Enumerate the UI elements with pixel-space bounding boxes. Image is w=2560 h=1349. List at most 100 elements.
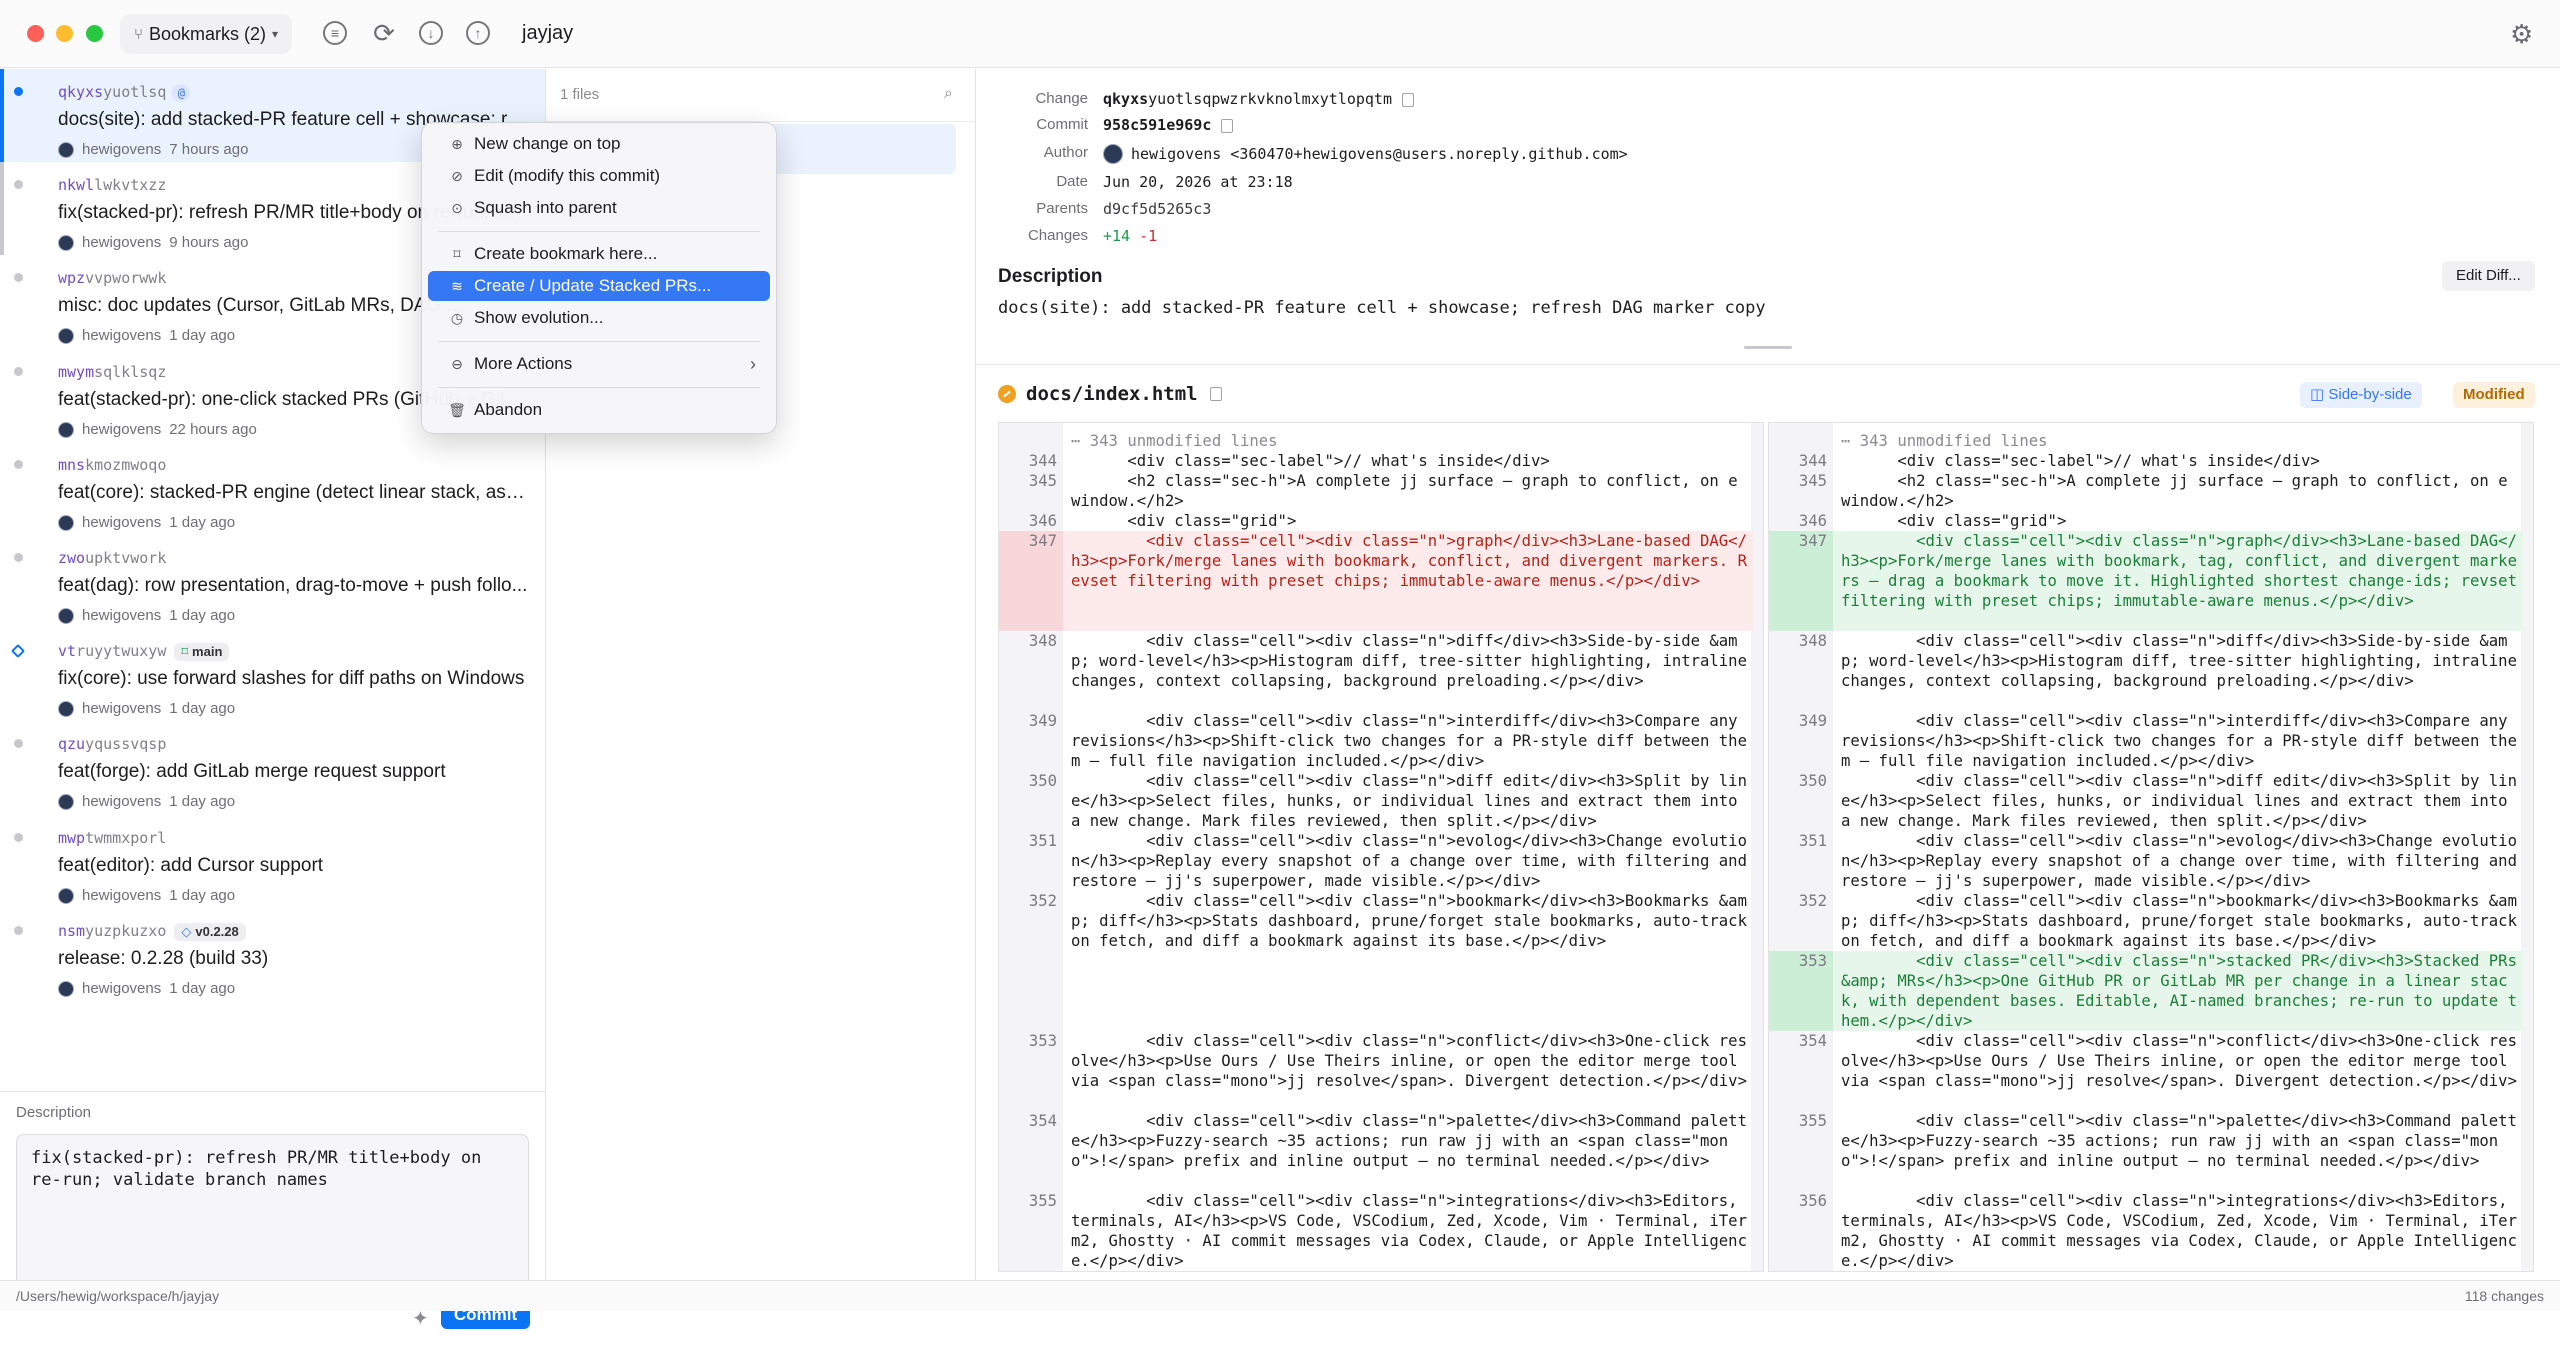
bookmarks-dropdown[interactable]: ⑂ Bookmarks (2) ▾ bbox=[120, 14, 293, 54]
line-number: 347 bbox=[1028, 532, 1057, 550]
commit-meta: hewigovens 9 hours ago bbox=[58, 234, 248, 251]
code-text: <div class="cell"><div class="n">diff ed… bbox=[1841, 772, 2517, 830]
gutter-cell bbox=[999, 951, 1063, 1031]
file-header: docs/index.html bbox=[998, 383, 1222, 405]
commit-row[interactable]: qzuyqussvqsp feat(forge): add GitLab merg… bbox=[0, 721, 545, 814]
push-icon[interactable]: ↑ bbox=[466, 21, 490, 45]
graph-node bbox=[14, 273, 23, 282]
diff-right-pane[interactable]: ⋯ 343 unmodified lines 344 <div class="se… bbox=[1768, 422, 2534, 1272]
collapsed-lines-row[interactable]: ⋯ 62 unmodified lines bbox=[999, 1271, 1753, 1272]
repo-path: /Users/hewig/workspace/h/jayjay bbox=[16, 1288, 220, 1304]
filter-icon[interactable]: ≡ bbox=[323, 21, 347, 45]
diff-line: 351 <div class="cell"><div class="n">evo… bbox=[1769, 831, 2523, 891]
refresh-icon[interactable]: ⟳ bbox=[371, 20, 397, 46]
commit-author: hewigovens bbox=[82, 607, 162, 624]
menu-item-squash[interactable]: ⊙ Squash into parent bbox=[428, 193, 770, 223]
commit-row[interactable]: nsmyuzpkuzxo ◇ v0.2.28 release: 0.2.28 (bui… bbox=[0, 908, 545, 1001]
collapsed-lines-row[interactable]: ⋯ 62 unmodified lines bbox=[1769, 1271, 2523, 1272]
commit-meta: hewigovens 1 day ago bbox=[58, 514, 235, 531]
menu-item-show-evolution[interactable]: ◷ Show evolution... bbox=[428, 303, 770, 333]
change-id: vtruyytwuxyw ⌑ main bbox=[58, 642, 230, 661]
fetch-icon[interactable]: ↓ bbox=[419, 21, 443, 45]
chevron-down-icon: ▾ bbox=[272, 27, 279, 41]
code-text: <div class="cell"><div class="n">stacked… bbox=[1841, 952, 2527, 1030]
change-id[interactable]: qkyxsyuotlsqpwzrkvknolmxytlopqtm bbox=[1103, 90, 1414, 108]
description-text: docs(site): add stacked-PR feature cell … bbox=[998, 298, 1766, 318]
menu-item-stacked-prs[interactable]: ≋ Create / Update Stacked PRs... bbox=[428, 271, 770, 301]
diff-line: 347 <div class="cell"><div class="n">gra… bbox=[999, 531, 1753, 631]
description-editor[interactable]: fix(stacked-pr): refresh PR/MR title+bod… bbox=[16, 1134, 529, 1292]
tag-icon: ◇ bbox=[181, 923, 192, 939]
line-number: 345 bbox=[1028, 472, 1057, 490]
commit-row[interactable]: mnskmozmwoqo feat(core): stacked-PR engin… bbox=[0, 442, 545, 535]
description-label: Description bbox=[16, 1104, 92, 1121]
copy-icon[interactable] bbox=[1209, 387, 1222, 401]
squash-icon: ⊙ bbox=[451, 199, 463, 216]
graph-node bbox=[10, 643, 26, 659]
clock-icon: ◷ bbox=[450, 309, 464, 326]
tag-badge[interactable]: ◇ v0.2.28 bbox=[174, 922, 246, 941]
diff-line: 352 <div class="cell"><div class="n">boo… bbox=[1769, 891, 2523, 951]
zoom-window-button[interactable] bbox=[86, 25, 103, 42]
line-number: 349 bbox=[1028, 712, 1057, 730]
avatar bbox=[58, 514, 74, 531]
gear-icon[interactable]: ⚙ bbox=[2510, 21, 2533, 47]
menu-item-create-bookmark[interactable]: ⌑ Create bookmark here... bbox=[428, 239, 770, 269]
diff-line: 346 <div class="grid"> bbox=[1769, 511, 2523, 531]
collapsed-lines-row[interactable]: ⋯ 343 unmodified lines bbox=[1769, 431, 2523, 451]
diff-left-pane[interactable]: ⋯ 343 unmodified lines 344 <div class="se… bbox=[998, 422, 1764, 1272]
commit-row[interactable]: vtruyytwuxyw ⌑ main fix(core): use forward … bbox=[0, 628, 545, 721]
resize-handle[interactable] bbox=[1744, 346, 1792, 349]
bookmark-badge[interactable]: ⌑ main bbox=[174, 642, 230, 661]
menu-item-new-change[interactable]: ⊕ New change on top bbox=[428, 129, 770, 159]
commit-row[interactable]: zwoupktvwork feat(dag): row presentation,… bbox=[0, 535, 545, 628]
commit-time: 1 day ago bbox=[169, 514, 236, 531]
menu-item-abandon[interactable]: 🗑 Abandon bbox=[428, 395, 770, 425]
diff-line: 344 <div class="sec-label">// what's ins… bbox=[999, 451, 1753, 471]
ellipsis-circle-icon: ⊖ bbox=[451, 355, 463, 372]
commit-meta: hewigovens 22 hours ago bbox=[58, 421, 257, 438]
side-by-side-toggle[interactable]: ◫ Side-by-side bbox=[2300, 382, 2422, 408]
parents-link[interactable]: d9cf5d5265c3 bbox=[1103, 200, 1211, 218]
graph-node bbox=[14, 926, 23, 935]
code-text: ⋯ 62 unmodified lines bbox=[1071, 1271, 1751, 1272]
bookmark-icon: ⌑ bbox=[453, 245, 461, 262]
code-text: <div class="cell"><div class="n">conflic… bbox=[1841, 1032, 2517, 1090]
commit-time: 1 day ago bbox=[169, 327, 236, 344]
commit-meta: hewigovens 7 hours ago bbox=[58, 141, 248, 158]
minimize-window-button[interactable] bbox=[56, 25, 73, 42]
commit-meta: hewigovens 1 day ago bbox=[58, 793, 235, 810]
line-number: 350 bbox=[1028, 772, 1057, 790]
change-id: wpzvvpworwwk bbox=[58, 269, 167, 287]
diff-line: 355 <div class="cell"><div class="n">int… bbox=[999, 1191, 1753, 1271]
code-text: <div class="cell"><div class="n">integra… bbox=[1071, 1192, 1747, 1270]
avatar bbox=[1103, 144, 1123, 164]
code-text: ⋯ 62 unmodified lines bbox=[1841, 1271, 2521, 1272]
change-id: mwymsqlklsqz bbox=[58, 363, 167, 381]
commit-author: hewigovens bbox=[82, 234, 162, 251]
menu-separator bbox=[438, 231, 760, 232]
line-number: 351 bbox=[1798, 832, 1827, 850]
pencil-circle-icon: ⊘ bbox=[451, 167, 463, 184]
commit-author: hewigovens bbox=[82, 980, 162, 997]
menu-item-edit[interactable]: ⊘ Edit (modify this commit) bbox=[428, 161, 770, 191]
commit-row[interactable]: mwptwmmxporl feat(editor): add Cursor sup… bbox=[0, 815, 545, 908]
diff-line: 353 <div class="cell"><div class="n">sta… bbox=[1769, 951, 2523, 1031]
edit-diff-button[interactable]: Edit Diff... bbox=[2442, 261, 2535, 291]
close-window-button[interactable] bbox=[27, 25, 44, 42]
repo-name: jayjay bbox=[522, 22, 574, 44]
menu-item-more-actions[interactable]: ⊖ More Actions › bbox=[428, 349, 770, 379]
search-icon[interactable]: ⌕ bbox=[944, 85, 953, 103]
commit-time: 9 hours ago bbox=[169, 234, 249, 251]
commit-id[interactable]: 958c591e969c bbox=[1103, 116, 1234, 134]
collapsed-lines-row[interactable]: ⋯ 343 unmodified lines bbox=[999, 431, 1753, 451]
commit-author: hewigovens bbox=[82, 793, 162, 810]
copy-icon[interactable] bbox=[1402, 92, 1414, 107]
copy-icon[interactable] bbox=[1221, 118, 1234, 133]
avatar bbox=[58, 700, 74, 717]
code-text: <div class="cell"><div class="n">bookmar… bbox=[1841, 892, 2527, 950]
change-id: zwoupktvwork bbox=[58, 549, 167, 567]
code-text: ⋯ 343 unmodified lines bbox=[1841, 432, 2048, 450]
graph-node bbox=[14, 367, 23, 376]
diff-line: 354 <div class="cell"><div class="n">pal… bbox=[999, 1111, 1753, 1191]
